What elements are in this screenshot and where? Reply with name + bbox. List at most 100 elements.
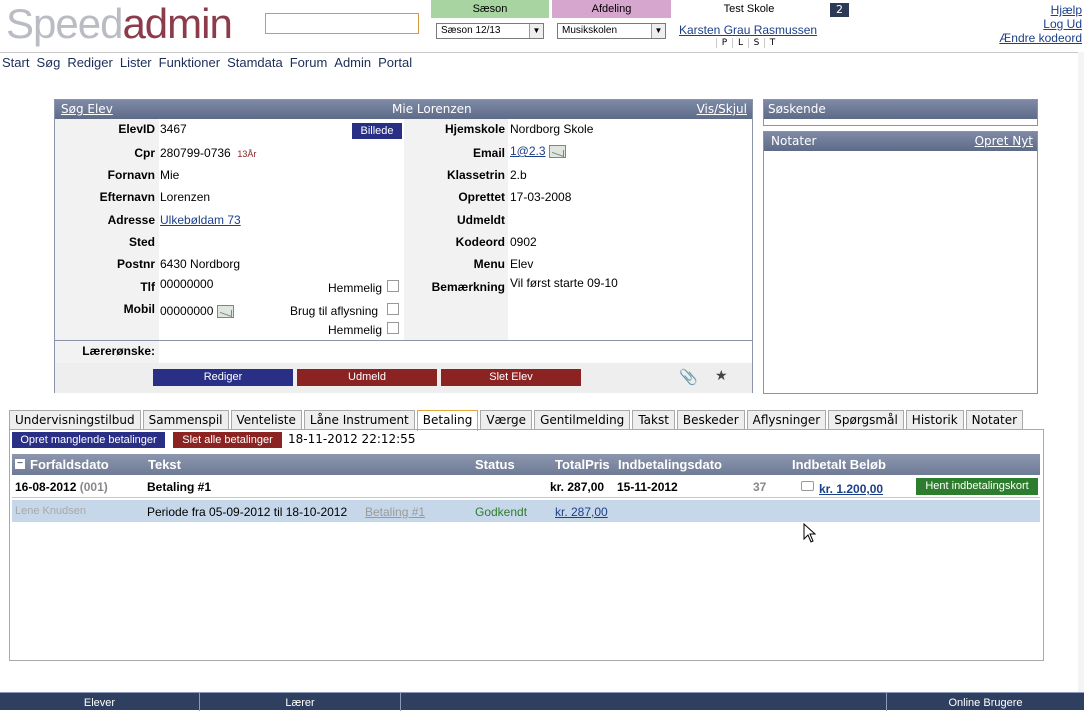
kodeord-label: Kodeord <box>455 235 505 249</box>
age-value: 13År <box>237 149 257 159</box>
tab-takst[interactable]: Takst <box>632 410 675 430</box>
adresse-link[interactable]: Ulkebøldam 73 <box>160 213 241 227</box>
mail-icon[interactable] <box>548 145 566 159</box>
footer-online-users[interactable]: Online Brugere <box>887 693 1084 711</box>
picture-button[interactable]: Billede <box>352 123 402 139</box>
efternavn-value: Lorenzen <box>160 190 211 204</box>
create-missing-payments-button[interactable]: Opret manglende betalinger <box>12 432 165 448</box>
plst-p[interactable]: P <box>716 38 732 48</box>
klassetrin-label: Klassetrin <box>446 168 505 182</box>
delete-all-payments-button[interactable]: Slet alle betalinger <box>173 432 282 448</box>
logout-link[interactable]: Log Ud <box>1043 17 1082 31</box>
scrollbar[interactable] <box>1078 52 1084 692</box>
menu-portal[interactable]: Portal <box>378 53 412 72</box>
tab-betaling[interactable]: Betaling <box>416 410 479 431</box>
help-link[interactable]: Hjælp <box>1051 3 1082 17</box>
tab-gentilmelding[interactable]: Gentilmelding <box>534 410 631 430</box>
comment-icon[interactable] <box>801 481 814 491</box>
footer-elever[interactable]: Elever <box>0 693 200 711</box>
saeson-select[interactable]: Sæson 12/13 ▼ <box>436 23 544 39</box>
tab-historik[interactable]: Historik <box>905 410 964 430</box>
notes-panel: Notater Opret Nyt <box>763 131 1038 394</box>
collapse-icon[interactable]: − <box>15 459 25 469</box>
bemaerkning-value: Vil først starte 09-10 <box>510 276 618 290</box>
siblings-header: Søskende <box>764 100 1037 119</box>
menu-soeg[interactable]: Søg <box>36 53 60 72</box>
afdeling-select[interactable]: Musikskolen ▼ <box>557 23 666 39</box>
tab-beskeder[interactable]: Beskeder <box>676 410 745 430</box>
plst-l[interactable]: L <box>732 38 748 48</box>
change-password-link[interactable]: Ændre kodeord <box>999 31 1082 45</box>
menu-value: Elev <box>510 257 534 271</box>
udmeldt-label: Udmeldt <box>457 213 505 227</box>
col-forfaldsdato[interactable]: Forfaldsdato <box>30 454 109 475</box>
slet-elev-button[interactable]: Slet Elev <box>441 369 581 386</box>
plst-t[interactable]: T <box>764 38 780 48</box>
header-school-name: Test Skole <box>674 0 824 18</box>
search-student-link[interactable]: Søg Elev <box>61 100 113 119</box>
menu-stamdata[interactable]: Stamdata <box>227 53 283 72</box>
payment-paid-link[interactable]: kr. 1.200,00 <box>819 482 883 496</box>
tab-vaerge[interactable]: Værge <box>480 410 533 430</box>
global-search-input[interactable] <box>265 13 419 34</box>
header-afdeling-label: Afdeling <box>552 0 671 18</box>
tab-spoergsmaal[interactable]: Spørgsmål <box>828 410 904 430</box>
plst-s[interactable]: S <box>748 38 764 48</box>
payment-total: kr. 287,00 <box>550 480 605 494</box>
tab-venteliste[interactable]: Venteliste <box>230 410 302 430</box>
paperclip-icon[interactable]: 📎 <box>679 368 698 386</box>
hjemskole-label: Hjemskole <box>444 122 505 136</box>
menu-forum[interactable]: Forum <box>290 53 328 72</box>
tab-laane-instrument[interactable]: Låne Instrument <box>303 410 415 430</box>
student-panel: Søg Elev Mie Lorenzen Vis/Skjul ElevID 3… <box>54 99 753 393</box>
star-icon[interactable]: ★ <box>715 368 731 386</box>
mobil-value: 00000000 <box>160 304 234 319</box>
mobil-hemmelig-label: Hemmelig <box>328 323 383 337</box>
user-name-link[interactable]: Karsten Grau Rasmussen <box>679 23 817 37</box>
col-indbetalt-beloeb[interactable]: Indbetalt Beløb <box>792 454 886 475</box>
main-menu: Start Søg Rediger Lister Funktioner Stam… <box>0 52 1084 72</box>
payment-text: Betaling #1 <box>147 480 212 494</box>
aflysning-checkbox[interactable] <box>387 303 399 315</box>
logo-speed-text: Speed <box>6 0 123 47</box>
menu-funktioner[interactable]: Funktioner <box>159 53 220 72</box>
rediger-button[interactable]: Rediger <box>153 369 293 386</box>
col-tekst[interactable]: Tekst <box>148 454 181 475</box>
tab-undervisningstilbud[interactable]: Undervisningstilbud <box>9 410 141 430</box>
create-note-link[interactable]: Opret Nyt <box>975 132 1033 151</box>
footer-laerer[interactable]: Lærer <box>200 693 401 711</box>
payments-timestamp: 18-11-2012 22:12:55 <box>288 432 416 446</box>
tlf-hemmelig-checkbox[interactable] <box>387 280 399 292</box>
col-status[interactable]: Status <box>475 454 515 475</box>
menu-lister[interactable]: Lister <box>120 53 152 72</box>
aflysning-label: Brug til aflysning <box>290 304 379 318</box>
email-link[interactable]: 1@2.3 <box>510 144 546 158</box>
payment-ref-link[interactable]: Betaling #1 <box>365 505 425 519</box>
tab-notater[interactable]: Notater <box>965 410 1024 430</box>
mobil-hemmelig-checkbox[interactable] <box>387 322 399 334</box>
col-indbetalingsdato[interactable]: Indbetalingsdato <box>618 454 722 475</box>
tab-aflysninger[interactable]: Aflysninger <box>746 410 827 430</box>
postnr-label: Postnr <box>116 257 155 271</box>
menu-label: Menu <box>473 257 505 271</box>
get-payment-card-button[interactable]: Hent indbetalingskort <box>916 478 1038 495</box>
sted-label: Sted <box>128 235 155 249</box>
toggle-visibility-link[interactable]: Vis/Skjul <box>697 100 747 119</box>
mobil-number: 00000000 <box>160 304 214 318</box>
menu-start[interactable]: Start <box>2 53 29 72</box>
bemaerkning-label: Bemærkning <box>431 280 505 294</box>
tlf-label: Tlf <box>140 280 155 294</box>
postnr-value: 6430 Nordborg <box>160 257 241 271</box>
payment-row[interactable]: 16-08-2012 (001) Betaling #1 kr. 287,00 … <box>12 476 1040 498</box>
col-totalpris[interactable]: TotalPris <box>555 454 610 475</box>
payment-date: 16-08-2012 (001) <box>15 480 108 494</box>
payment-amount-link[interactable]: kr. 287,00 <box>555 505 608 519</box>
tab-sammenspil[interactable]: Sammenspil <box>142 410 229 430</box>
header-saeson-label: Sæson <box>431 0 549 18</box>
menu-rediger[interactable]: Rediger <box>67 53 113 72</box>
notification-badge[interactable]: 2 <box>830 3 849 17</box>
menu-admin[interactable]: Admin <box>334 53 371 72</box>
sms-icon[interactable] <box>216 305 234 319</box>
payment-detail-row[interactable]: Lene Knudsen Periode fra 05-09-2012 til … <box>12 500 1040 522</box>
udmeld-button[interactable]: Udmeld <box>297 369 437 386</box>
